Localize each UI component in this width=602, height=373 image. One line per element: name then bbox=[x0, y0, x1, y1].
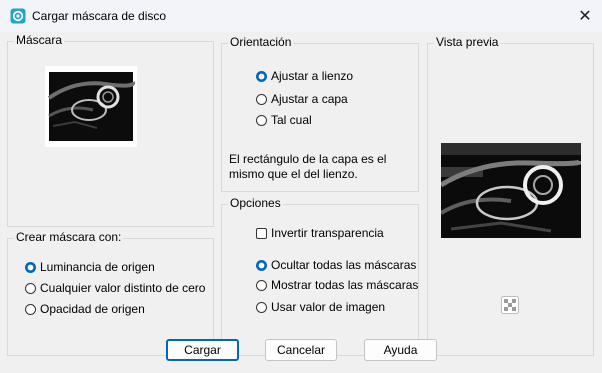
preview-group: Vista previa bbox=[427, 35, 594, 356]
ayuda-button[interactable]: Ayuda bbox=[364, 339, 437, 361]
radio-opacidad-label: Opacidad de origen bbox=[40, 302, 145, 316]
radio-ajustar-lienzo-label: Ajustar a lienzo bbox=[271, 69, 354, 83]
radio-ajustar-lienzo[interactable]: Ajustar a lienzo bbox=[256, 68, 353, 84]
app-icon bbox=[10, 8, 26, 24]
radio-mostrar-label: Mostrar todas las máscaras bbox=[271, 278, 419, 292]
mask-group: Máscara bbox=[7, 33, 214, 227]
radio-usar-valor-label: Usar valor de imagen bbox=[271, 300, 386, 314]
window-title: Cargar máscara de disco bbox=[32, 9, 167, 23]
dialog-body: Máscara Crear máscara con: Luminancia de… bbox=[0, 32, 602, 373]
checkbox-invertir-label: Invertir transparencia bbox=[271, 226, 384, 240]
options-group: Opciones Invertir transparencia Ocultar … bbox=[221, 196, 419, 356]
checkbox-invertir[interactable]: Invertir transparencia bbox=[256, 225, 384, 241]
title-bar: Cargar máscara de disco ✕ bbox=[0, 0, 602, 32]
create-mask-group-label: Crear máscara con: bbox=[14, 230, 124, 244]
radio-luminancia[interactable]: Luminancia de origen bbox=[25, 259, 155, 275]
radio-selected-icon bbox=[256, 70, 267, 82]
cancelar-button[interactable]: Cancelar bbox=[265, 339, 337, 361]
radio-ajustar-capa-label: Ajustar a capa bbox=[271, 92, 348, 106]
radio-ocultar-label: Ocultar todas las máscaras bbox=[271, 258, 417, 272]
radio-cualquier-valor[interactable]: Cualquier valor distinto de cero bbox=[25, 280, 205, 296]
mask-group-label: Máscara bbox=[14, 33, 65, 47]
radio-unselected-icon bbox=[256, 301, 267, 313]
radio-cualquier-valor-label: Cualquier valor distinto de cero bbox=[40, 281, 206, 295]
mask-thumbnail-image bbox=[45, 66, 137, 147]
radio-luminancia-label: Luminancia de origen bbox=[40, 260, 155, 274]
radio-selected-icon bbox=[25, 261, 36, 273]
close-button[interactable]: ✕ bbox=[568, 0, 602, 32]
radio-unselected-icon bbox=[256, 279, 267, 291]
radio-opacidad[interactable]: Opacidad de origen bbox=[25, 301, 145, 317]
close-icon: ✕ bbox=[578, 8, 592, 25]
radio-usar-valor[interactable]: Usar valor de imagen bbox=[256, 299, 385, 315]
radio-unselected-icon bbox=[256, 93, 267, 105]
mask-thumbnail bbox=[45, 66, 137, 147]
radio-ocultar[interactable]: Ocultar todas las máscaras bbox=[256, 257, 416, 273]
preview-image bbox=[439, 143, 584, 238]
orientation-description: El rectángulo de la capa es el mismo que… bbox=[229, 152, 387, 181]
orientation-group-label: Orientación bbox=[228, 35, 294, 49]
radio-unselected-icon bbox=[25, 282, 36, 294]
cargar-button[interactable]: Cargar bbox=[166, 339, 239, 361]
checkbox-unchecked-icon bbox=[256, 227, 267, 239]
preview-group-label: Vista previa bbox=[434, 35, 501, 49]
radio-unselected-icon bbox=[25, 303, 36, 315]
radio-mostrar[interactable]: Mostrar todas las máscaras bbox=[256, 277, 418, 293]
radio-tal-cual[interactable]: Tal cual bbox=[256, 112, 312, 128]
transparency-checker-icon[interactable] bbox=[501, 296, 519, 314]
radio-selected-icon bbox=[256, 259, 267, 271]
radio-unselected-icon bbox=[256, 114, 267, 126]
orientation-group: Orientación Ajustar a lienzo Ajustar a c… bbox=[221, 35, 419, 192]
options-group-label: Opciones bbox=[228, 196, 283, 210]
preview-image-graphic bbox=[439, 143, 584, 238]
radio-ajustar-capa[interactable]: Ajustar a capa bbox=[256, 91, 348, 107]
radio-tal-cual-label: Tal cual bbox=[271, 113, 312, 127]
